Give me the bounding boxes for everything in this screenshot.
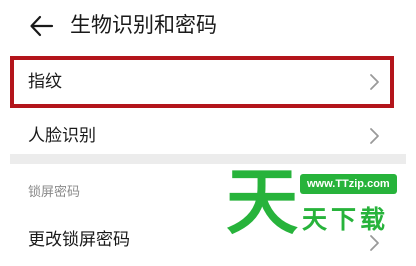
chevron-right-icon: [370, 128, 379, 144]
fingerprint-row[interactable]: 指纹: [10, 56, 394, 108]
chevron-right-icon: [370, 74, 379, 90]
arrow-left-icon: [30, 15, 54, 37]
back-button[interactable]: [28, 12, 56, 40]
change-lock-screen-password-row[interactable]: 更改锁屏密码: [10, 214, 394, 255]
watermark-url: www.TTzip.com: [300, 174, 397, 194]
chevron-right-icon: [370, 235, 379, 251]
change-lock-screen-password-label: 更改锁屏密码: [28, 230, 130, 250]
lock-screen-password-section-header: 锁屏密码: [28, 185, 81, 200]
fingerprint-label: 指纹: [28, 72, 62, 92]
section-divider: [10, 154, 406, 164]
top-app-bar: 生物识别和密码: [0, 0, 416, 52]
page-title: 生物识别和密码: [70, 13, 217, 37]
